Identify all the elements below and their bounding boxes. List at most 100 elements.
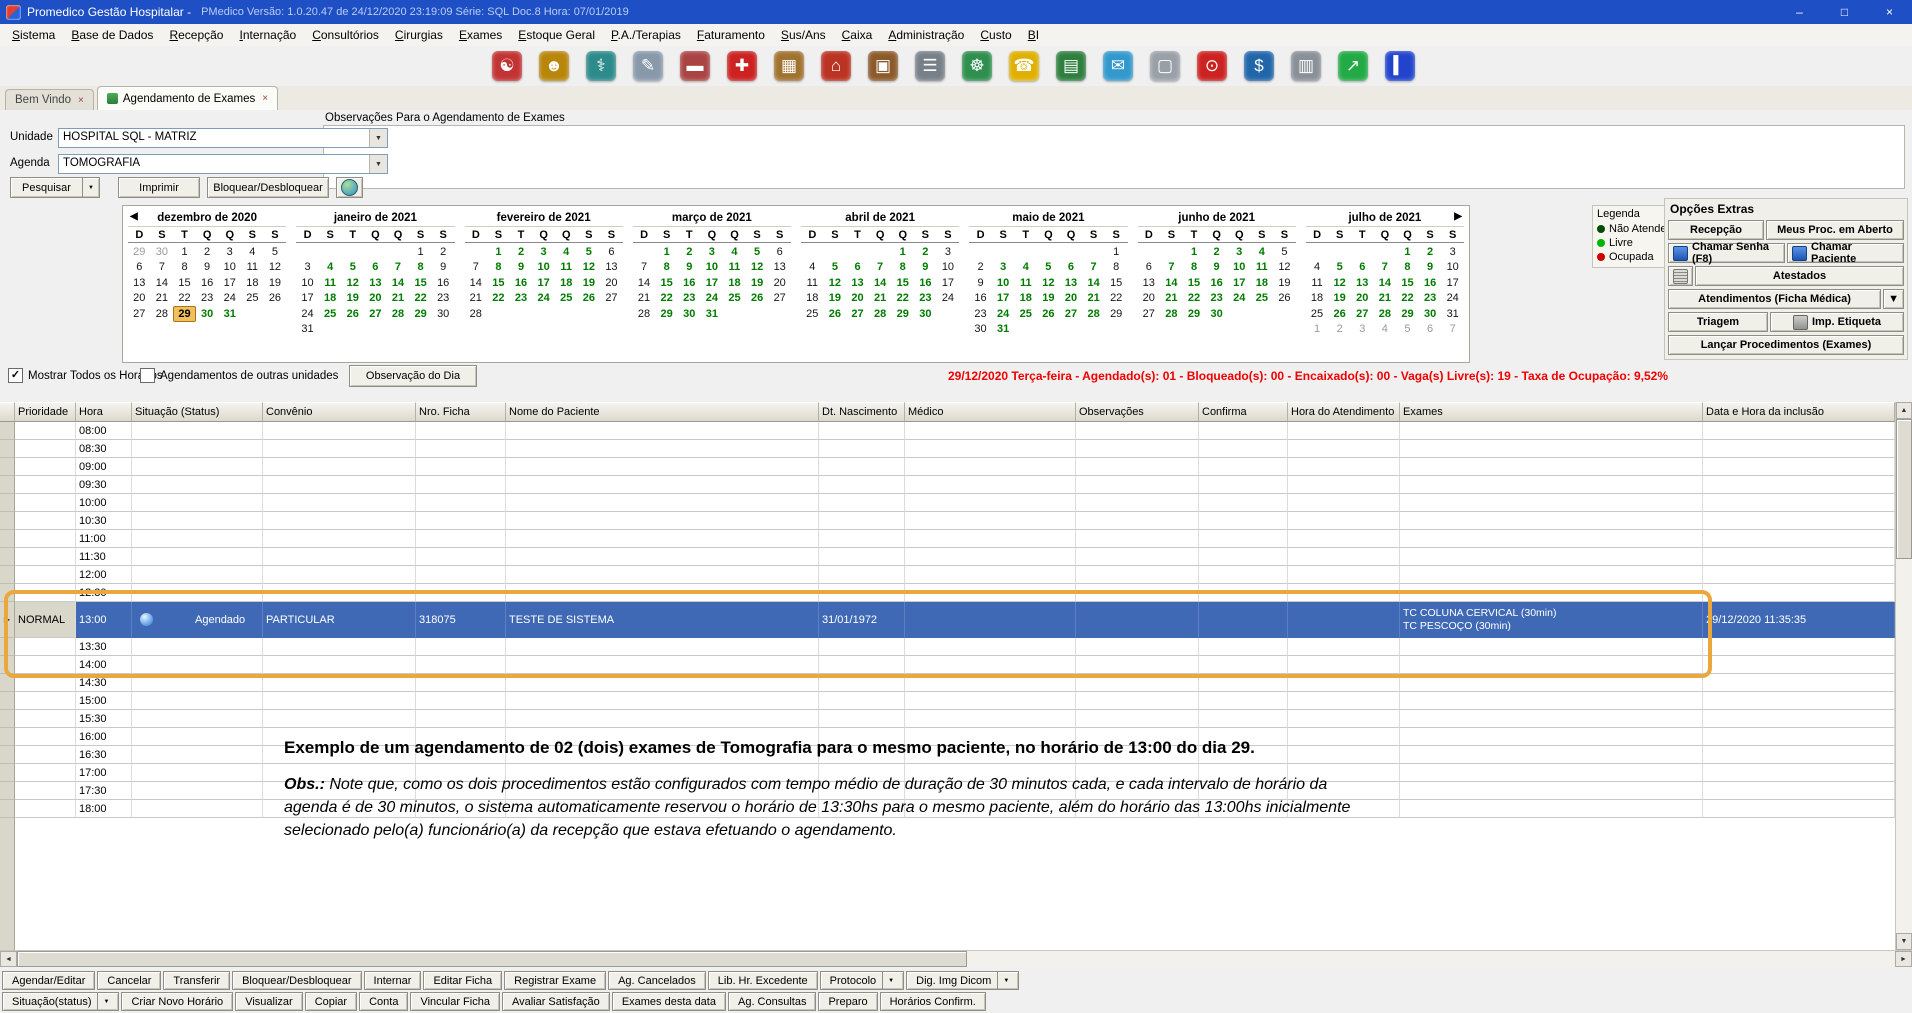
action-criar-novo-horario-button[interactable]: Criar Novo Horário [121,992,233,1011]
calendar-day[interactable]: 7 [1441,322,1464,336]
calendar-day[interactable]: 20 [600,276,623,290]
calendar-day[interactable]: 23 [914,291,937,305]
calendar-day[interactable]: 15 [1183,276,1206,290]
calendar-day[interactable]: 15 [1105,276,1128,290]
observacao-do-dia-button[interactable]: Observação do Dia [349,365,477,387]
schedule-row-10-30[interactable]: 10:30 [0,512,1895,530]
calendar-day[interactable]: 3 [1441,245,1464,259]
calendar-day[interactable]: 16 [1205,276,1228,290]
calendar-day[interactable]: 4 [1251,245,1274,259]
calendar-day[interactable]: 5 [824,260,847,274]
meus-proc-button[interactable]: Meus Proc. em Aberto [1766,220,1904,240]
calendar-day[interactable]: 25 [555,291,578,305]
calendar-day[interactable]: 22 [409,291,432,305]
monitor-icon[interactable]: ▢ [1150,51,1180,81]
calendar-day[interactable]: 12 [1037,276,1060,290]
menu-item-exames[interactable]: Exames [451,26,510,44]
calendar-day[interactable]: 24 [1228,291,1251,305]
chevron-down-icon[interactable]: ▼ [97,993,114,1010]
calendar-day[interactable]: 13 [846,276,869,290]
calendar-day[interactable]: 25 [319,307,342,321]
calendar-day[interactable]: 9 [510,260,533,274]
calendar-day[interactable]: 24 [218,291,241,305]
calendar-day[interactable]: 3 [532,245,555,259]
schedule-row-11-00[interactable]: 11:00 [0,530,1895,548]
scroll-down-icon[interactable]: ▼ [1896,933,1912,950]
calendar-day[interactable]: 5 [264,245,287,259]
calendar-day[interactable]: 28 [633,307,656,321]
tab-close-icon[interactable]: × [78,95,84,106]
action-ag-consultas-button[interactable]: Ag. Consultas [728,992,816,1011]
schedule-row-14-00[interactable]: 14:00 [0,656,1895,674]
outras-unidades-checkbox[interactable]: Agendamentos de outras unidades [140,368,338,383]
calendar-day[interactable]: 23 [196,291,219,305]
calendar-day[interactable]: 6 [600,245,623,259]
action-ag-cancelados-button[interactable]: Ag. Cancelados [608,971,706,990]
schedule-row-12-00[interactable]: 12:00 [0,566,1895,584]
calendar-day[interactable]: 10 [992,276,1015,290]
calendar-day[interactable]: 3 [1228,245,1251,259]
calendar-day[interactable]: 12 [264,260,287,274]
calendar-day[interactable]: 5 [1396,322,1419,336]
calendar-day[interactable]: 11 [1014,276,1037,290]
calendar-day[interactable]: 5 [1037,260,1060,274]
calendar-day[interactable]: 14 [1160,276,1183,290]
calendar-day[interactable]: 28 [387,307,410,321]
calendar-day[interactable]: 11 [241,260,264,274]
calendar-day[interactable]: 29 [409,307,432,321]
calendar-day[interactable]: 22 [655,291,678,305]
calendar-day[interactable]: 4 [319,260,342,274]
calendar-day[interactable]: 20 [768,276,791,290]
calendar-day[interactable]: 20 [1351,291,1374,305]
calendar-day[interactable]: 2 [510,245,533,259]
calendar-day[interactable]: 4 [1374,322,1397,336]
web-agenda-button[interactable] [336,177,363,198]
calendar-day[interactable]: 21 [387,291,410,305]
menu-item-administracao[interactable]: Administração [880,26,972,44]
calendar-day[interactable]: 19 [1037,291,1060,305]
calendar-day[interactable]: 18 [1306,291,1329,305]
action-visualizar-button[interactable]: Visualizar [235,992,303,1011]
calendar-day[interactable]: 15 [655,276,678,290]
calendar-day[interactable]: 14 [1082,276,1105,290]
calendar-day[interactable]: 16 [1419,276,1442,290]
chevron-down-icon[interactable]: ▼ [369,129,387,147]
calendar-day[interactable]: 19 [578,276,601,290]
calendar-day[interactable]: 4 [1306,260,1329,274]
system-icon[interactable]: ☯ [492,51,522,81]
calendar-day[interactable]: 11 [1251,260,1274,274]
calendar-day[interactable]: 24 [937,291,960,305]
calendar-day[interactable]: 31 [218,307,241,321]
calendar-day[interactable]: 15 [891,276,914,290]
action-vincular-ficha-button[interactable]: Vincular Ficha [410,992,500,1011]
maximize-button[interactable]: □ [1822,0,1867,24]
schedule-row-08-00[interactable]: 08:00 [0,422,1895,440]
calendar-day[interactable]: 26 [1273,291,1296,305]
imprimir-button[interactable]: Imprimir [118,177,200,198]
calendar-day[interactable]: 26 [264,291,287,305]
calendar-day[interactable]: 15 [173,276,196,290]
calendar-day[interactable]: 23 [1205,291,1228,305]
calendar-day[interactable]: 18 [723,276,746,290]
menu-item-p-a-terapias[interactable]: P.A./Terapias [603,26,689,44]
calendar-day[interactable]: 13 [768,260,791,274]
calendar-day[interactable]: 7 [1374,260,1397,274]
calendar-day[interactable]: 21 [151,291,174,305]
calendar-day[interactable]: 10 [532,260,555,274]
calendar-day[interactable]: 30 [432,307,455,321]
calendar-day[interactable]: 1 [173,245,196,259]
calendar-day[interactable]: 17 [937,276,960,290]
menu-item-bi[interactable]: BI [1020,26,1047,44]
calendar-day[interactable]: 21 [465,291,488,305]
web-config-icon[interactable]: ☸ [962,51,992,81]
calendar-day[interactable]: 2 [1419,245,1442,259]
calendar-day[interactable]: 7 [1160,260,1183,274]
calendar-day[interactable]: 19 [1328,291,1351,305]
calendar-day[interactable]: 26 [578,291,601,305]
calendar-day[interactable]: 23 [432,291,455,305]
calendar-day[interactable]: 14 [1374,276,1397,290]
calendar-day[interactable]: 22 [1396,291,1419,305]
action-registrar-exame-button[interactable]: Registrar Exame [504,971,606,990]
calendar-day[interactable]: 19 [824,291,847,305]
calendar-day[interactable]: 6 [364,260,387,274]
